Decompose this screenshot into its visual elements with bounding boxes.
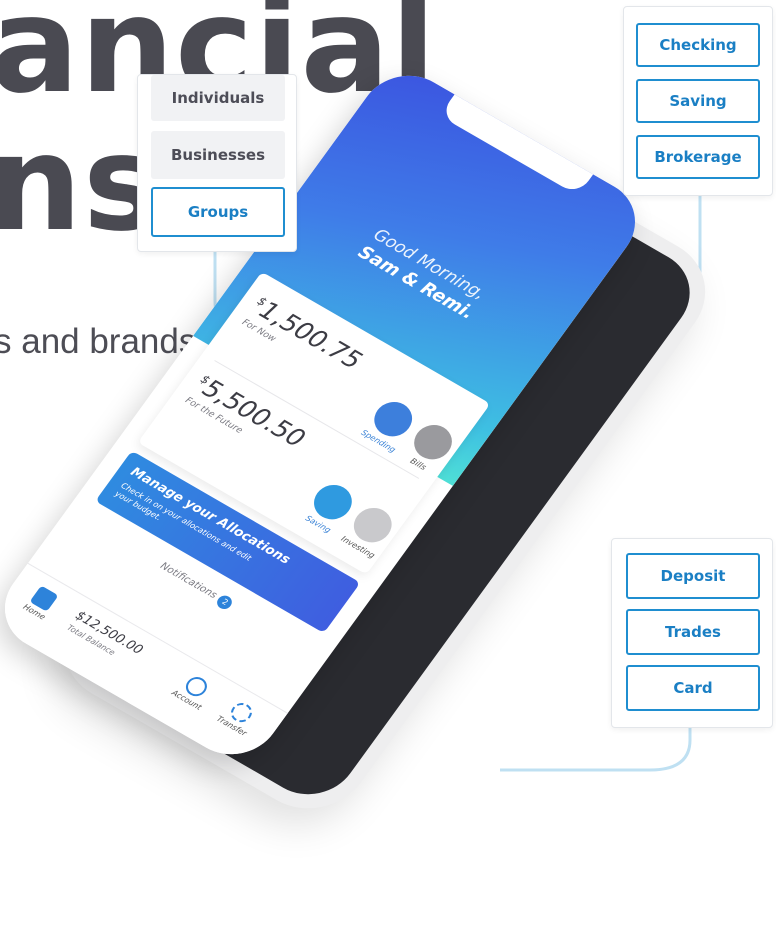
saving-option[interactable]: Saving — [636, 79, 760, 123]
checking-option[interactable]: Checking — [636, 23, 760, 67]
groups-option[interactable]: Groups — [151, 187, 285, 237]
tab-account[interactable]: Account — [167, 668, 220, 713]
deposit-option[interactable]: Deposit — [626, 553, 760, 599]
businesses-option[interactable]: Businesses — [151, 131, 285, 179]
individuals-option[interactable]: Individuals — [151, 75, 285, 121]
card-option[interactable]: Card — [626, 665, 760, 711]
action-card: Deposit Trades Card — [611, 538, 773, 728]
tab-transfer[interactable]: Transfer — [210, 693, 266, 740]
trades-option[interactable]: Trades — [626, 609, 760, 655]
tab-home[interactable]: Home — [14, 580, 67, 625]
brokerage-option[interactable]: Brokerage — [636, 135, 760, 179]
account-type-card: Checking Saving Brokerage — [623, 6, 773, 196]
notifications-count: 2 — [214, 593, 235, 612]
segment-card: Individuals Businesses Groups — [137, 74, 297, 252]
